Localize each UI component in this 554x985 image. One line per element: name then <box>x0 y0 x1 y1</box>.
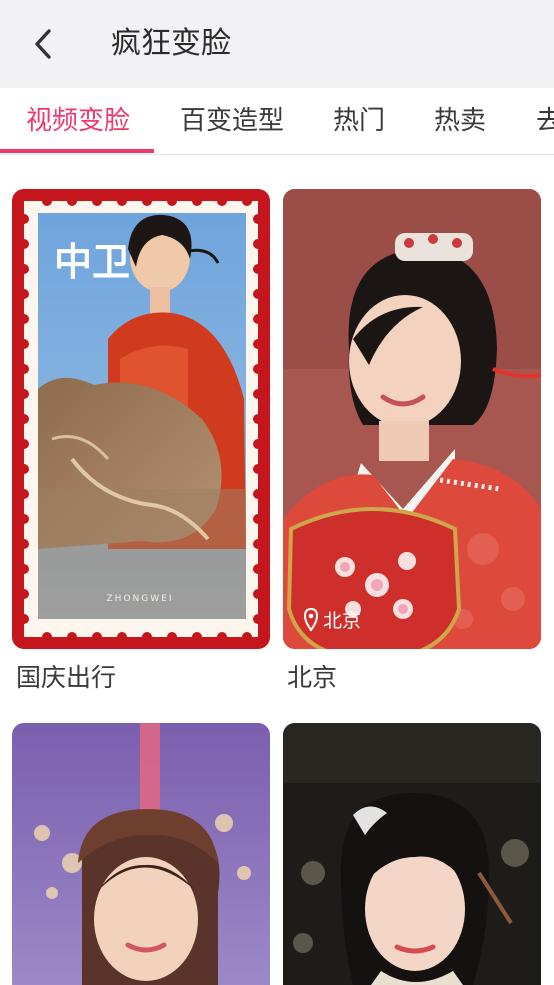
template-thumbnail <box>283 723 541 985</box>
template-card-hanfu[interactable] <box>283 723 541 985</box>
active-tab-indicator <box>0 149 154 153</box>
tab-popular[interactable]: 热门 <box>333 103 385 139</box>
tab-style-makeover[interactable]: 百变造型 <box>180 103 284 139</box>
beijing-thumbnail-image: 北京 <box>283 189 541 649</box>
template-thumbnail <box>12 723 270 985</box>
city-night-thumbnail-image <box>12 723 270 985</box>
hanfu-thumbnail-image <box>283 723 541 985</box>
template-thumbnail: 中卫 ZHONGWEI <box>12 189 270 649</box>
location-tag: 北京 <box>323 610 361 632</box>
app-header: 疯狂变脸 <box>0 0 554 88</box>
template-card-beijing[interactable]: 北京 北京 <box>283 189 541 694</box>
template-label: 国庆出行 <box>16 663 117 692</box>
template-label: 北京 <box>287 663 338 692</box>
stamp-text-top: 中卫 <box>54 239 130 284</box>
template-thumbnail: 北京 <box>283 189 541 649</box>
chevron-left-icon[interactable] <box>28 24 58 64</box>
page-title: 疯狂变脸 <box>111 26 231 61</box>
stamp-watermark: ZHONGWEI <box>107 594 174 604</box>
tab-hot-selling[interactable]: 热卖 <box>434 103 486 139</box>
stamp-thumbnail-image: 中卫 ZHONGWEI <box>12 189 270 649</box>
tab-partial[interactable]: 去 <box>536 103 554 139</box>
tab-video-face-swap[interactable]: 视频变脸 <box>26 103 130 139</box>
template-card-guoqing[interactable]: 中卫 ZHONGWEI 国庆出行 <box>12 189 270 694</box>
category-tabs: 视频变脸 百变造型 热门 热卖 去 <box>0 88 554 155</box>
template-card-city-night[interactable] <box>12 723 270 985</box>
